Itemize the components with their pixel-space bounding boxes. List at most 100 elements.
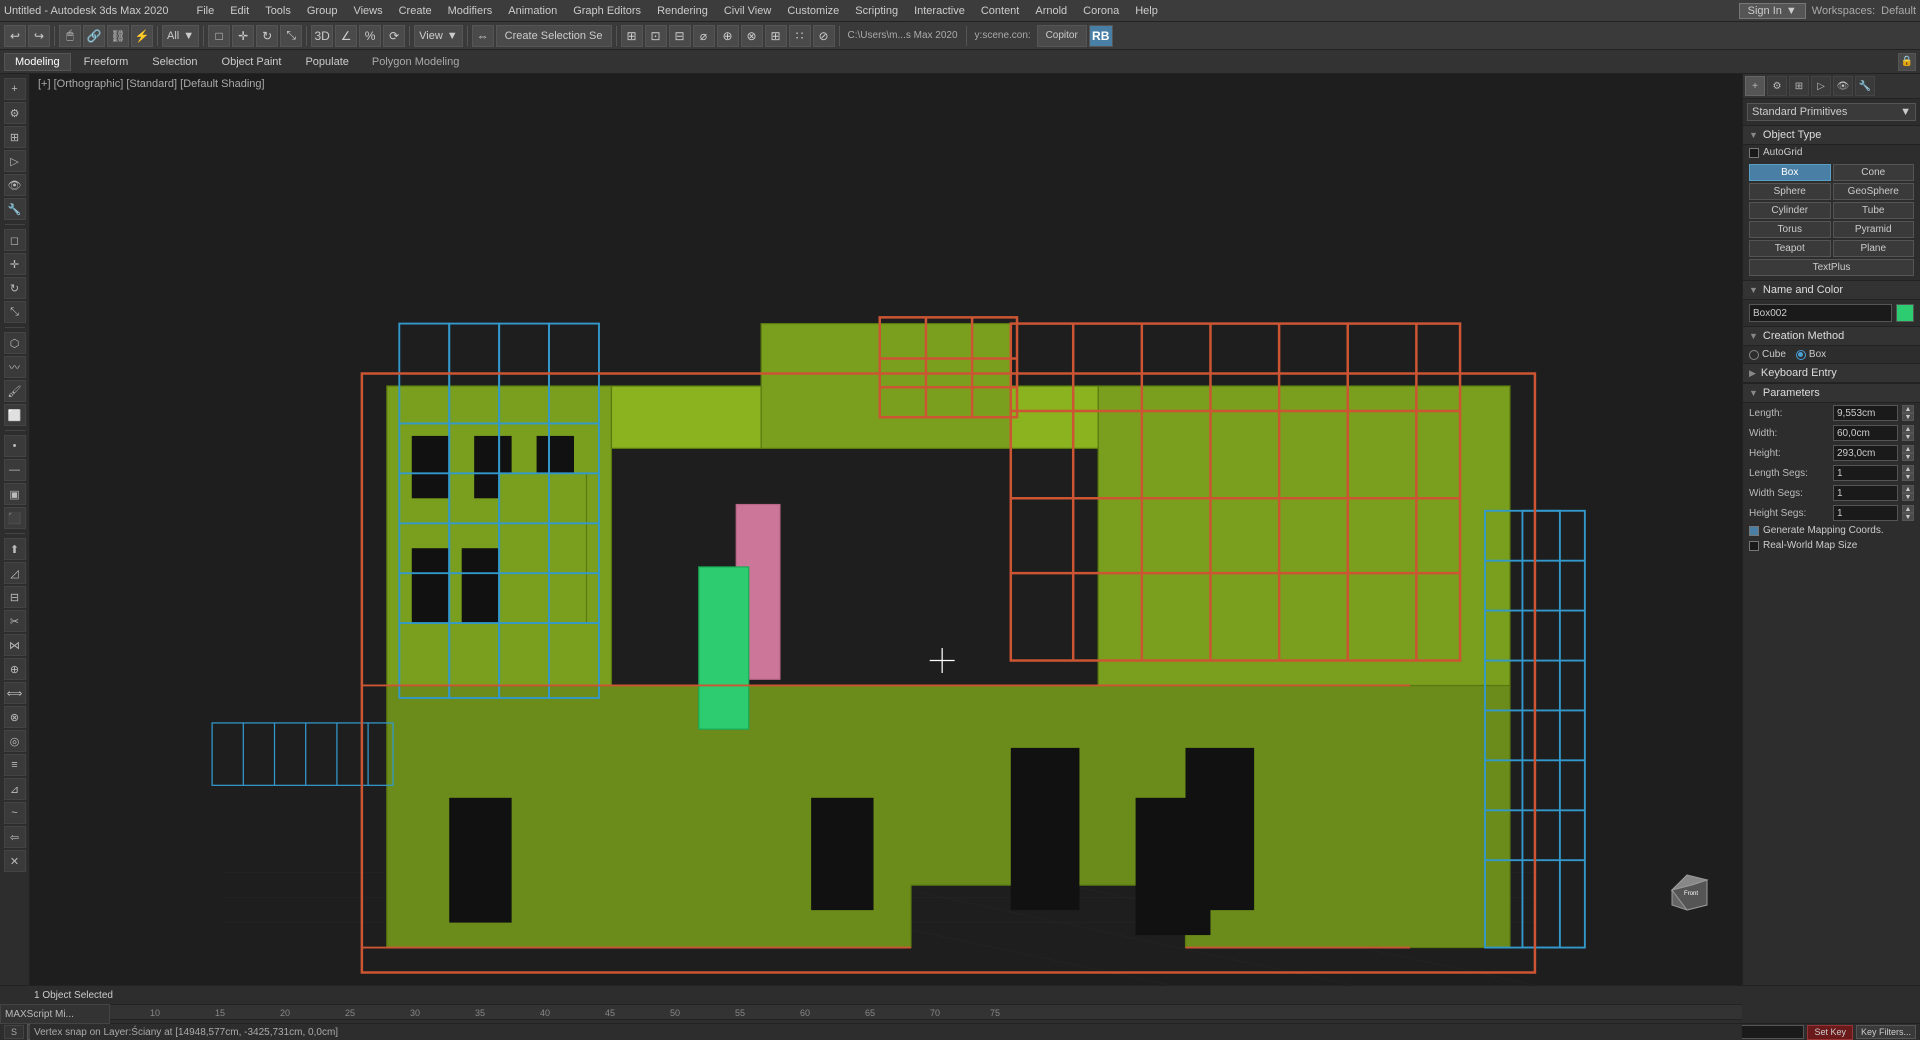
element-tool[interactable]: ⬛ xyxy=(4,507,26,529)
create-panel-icon[interactable]: + xyxy=(1745,76,1765,96)
pyramid-button[interactable]: Pyramid xyxy=(1833,221,1915,238)
curve-button[interactable]: ⌀ xyxy=(693,25,715,47)
snap-pct-button[interactable]: % xyxy=(359,25,381,47)
menu-tools[interactable]: Tools xyxy=(257,0,299,21)
display-panel-btn[interactable]: 👁 xyxy=(4,174,26,196)
extrude-tool[interactable]: ⬆ xyxy=(4,538,26,560)
length-spinner[interactable]: ▲ ▼ xyxy=(1902,405,1914,421)
height-segs-spinner[interactable]: ▲ ▼ xyxy=(1902,505,1914,521)
cone-button[interactable]: Cone xyxy=(1833,164,1915,181)
face-tool[interactable]: ▣ xyxy=(4,483,26,505)
menu-animation[interactable]: Animation xyxy=(500,0,565,21)
object-type-header[interactable]: ▼ Object Type xyxy=(1743,125,1920,145)
length-segs-down[interactable]: ▼ xyxy=(1902,473,1914,481)
torus-button[interactable]: Torus xyxy=(1749,221,1831,238)
primitives-dropdown[interactable]: Standard Primitives ▼ xyxy=(1747,103,1916,121)
snap-angle-button[interactable]: ∠ xyxy=(335,25,357,47)
weld-tool[interactable]: ⊗ xyxy=(4,706,26,728)
modify-panel-icon[interactable]: ⚙ xyxy=(1767,76,1787,96)
width-spinner[interactable]: ▲ ▼ xyxy=(1902,425,1914,441)
flip-tool[interactable]: ⟺ xyxy=(4,682,26,704)
scale-tool[interactable]: ⤡ xyxy=(4,301,26,323)
connect-tool[interactable]: ⊕ xyxy=(4,658,26,680)
menu-graph-editors[interactable]: Graph Editors xyxy=(565,0,649,21)
menu-civil-view[interactable]: Civil View xyxy=(716,0,779,21)
snap-button[interactable]: ⊘ xyxy=(813,25,835,47)
target-tool[interactable]: ◎ xyxy=(4,730,26,752)
vertex-tool[interactable]: • xyxy=(4,435,26,457)
scale-button[interactable]: ⤡ xyxy=(280,25,302,47)
mirror-button[interactable]: ⇔ xyxy=(472,25,494,47)
menu-customize[interactable]: Customize xyxy=(779,0,847,21)
width-segs-up[interactable]: ▲ xyxy=(1902,485,1914,493)
tab-modeling[interactable]: Modeling xyxy=(4,53,71,71)
scene-button[interactable]: Copitor xyxy=(1037,25,1087,47)
box-radio[interactable]: Box xyxy=(1796,349,1826,360)
undo-button[interactable]: ↩ xyxy=(4,25,26,47)
create-panel-btn[interactable]: + xyxy=(4,78,26,100)
bridge-tool[interactable]: ⋈ xyxy=(4,634,26,656)
snap-3d-button[interactable]: 3D xyxy=(311,25,333,47)
height-spinner[interactable]: ▲ ▼ xyxy=(1902,445,1914,461)
menu-corona[interactable]: Corona xyxy=(1075,0,1127,21)
menu-scripting[interactable]: Scripting xyxy=(847,0,906,21)
sphere-button[interactable]: Sphere xyxy=(1749,183,1831,200)
parameters-header[interactable]: ▼ Parameters xyxy=(1743,383,1920,403)
motion-panel-btn[interactable]: ▷ xyxy=(4,150,26,172)
align-tool[interactable]: ≡ xyxy=(4,754,26,776)
cut-tool[interactable]: ✂ xyxy=(4,610,26,632)
length-segs-value[interactable]: 1 xyxy=(1833,465,1898,481)
tools2-button[interactable]: ⊗ xyxy=(741,25,763,47)
keyboard-entry-header[interactable]: ▶ Keyboard Entry xyxy=(1743,363,1920,383)
tab-object-paint[interactable]: Object Paint xyxy=(211,53,293,71)
width-up[interactable]: ▲ xyxy=(1902,425,1914,433)
selection-tool[interactable]: ⬜ xyxy=(4,404,26,426)
autogrid-checkbox[interactable] xyxy=(1749,148,1759,158)
utilities-panel-btn[interactable]: 🔧 xyxy=(4,198,26,220)
real-world-map-row[interactable]: Real-World Map Size xyxy=(1743,538,1920,553)
menu-group[interactable]: Group xyxy=(299,0,346,21)
menu-modifiers[interactable]: Modifiers xyxy=(440,0,501,21)
filter-dropdown[interactable]: All ▼ xyxy=(162,25,199,47)
menu-interactive[interactable]: Interactive xyxy=(906,0,973,21)
menu-edit[interactable]: Edit xyxy=(222,0,257,21)
height-segs-value[interactable]: 1 xyxy=(1833,505,1898,521)
edge-tool[interactable]: — xyxy=(4,459,26,481)
rotate-tool[interactable]: ↻ xyxy=(4,277,26,299)
collapse-tool[interactable]: ⇦ xyxy=(4,826,26,848)
width-segs-value[interactable]: 1 xyxy=(1833,485,1898,501)
textplus-button[interactable]: TextPlus xyxy=(1749,259,1914,276)
length-segs-spinner[interactable]: ▲ ▼ xyxy=(1902,465,1914,481)
view-dropdown[interactable]: View ▼ xyxy=(414,25,463,47)
height-up[interactable]: ▲ xyxy=(1902,445,1914,453)
menu-views[interactable]: Views xyxy=(345,0,390,21)
chamfer-tool[interactable]: ⊿ xyxy=(4,778,26,800)
name-color-header[interactable]: ▼ Name and Color xyxy=(1743,280,1920,300)
geosphere-button[interactable]: GeoSphere xyxy=(1833,183,1915,200)
sign-in-button[interactable]: Sign In ▼ xyxy=(1739,3,1806,19)
inset-tool[interactable]: ⊟ xyxy=(4,586,26,608)
user-btn[interactable]: RB xyxy=(1089,25,1113,47)
snap-indicator[interactable]: S xyxy=(4,1025,24,1039)
length-down[interactable]: ▼ xyxy=(1902,413,1914,421)
motion-panel-icon[interactable]: ▷ xyxy=(1811,76,1831,96)
layer-button[interactable]: ⊕ xyxy=(717,25,739,47)
create-selection-button[interactable]: Create Selection Se xyxy=(496,25,612,47)
move-button[interactable]: ✛ xyxy=(232,25,254,47)
lock-icon[interactable]: 🔒 xyxy=(1898,53,1916,71)
width-down[interactable]: ▼ xyxy=(1902,433,1914,441)
height-down[interactable]: ▼ xyxy=(1902,453,1914,461)
generate-mapping-row[interactable]: Generate Mapping Coords. xyxy=(1743,523,1920,538)
width-segs-down[interactable]: ▼ xyxy=(1902,493,1914,501)
teapot-button[interactable]: Teapot xyxy=(1749,240,1831,257)
snap-spin-button[interactable]: ⟳ xyxy=(383,25,405,47)
set-key-btn[interactable]: Set Key xyxy=(1807,1025,1853,1040)
creation-method-header[interactable]: ▼ Creation Method xyxy=(1743,326,1920,346)
length-up[interactable]: ▲ xyxy=(1902,405,1914,413)
box-button[interactable]: Box xyxy=(1749,164,1831,181)
real-world-map-checkbox[interactable] xyxy=(1749,541,1759,551)
maxscript-bar[interactable]: MAXScript Mi... xyxy=(0,1004,110,1024)
viewport[interactable]: [+] [Orthographic] [Standard] [Default S… xyxy=(30,74,1742,985)
height-segs-down[interactable]: ▼ xyxy=(1902,513,1914,521)
unlink-button[interactable]: ⛓ xyxy=(107,25,129,47)
